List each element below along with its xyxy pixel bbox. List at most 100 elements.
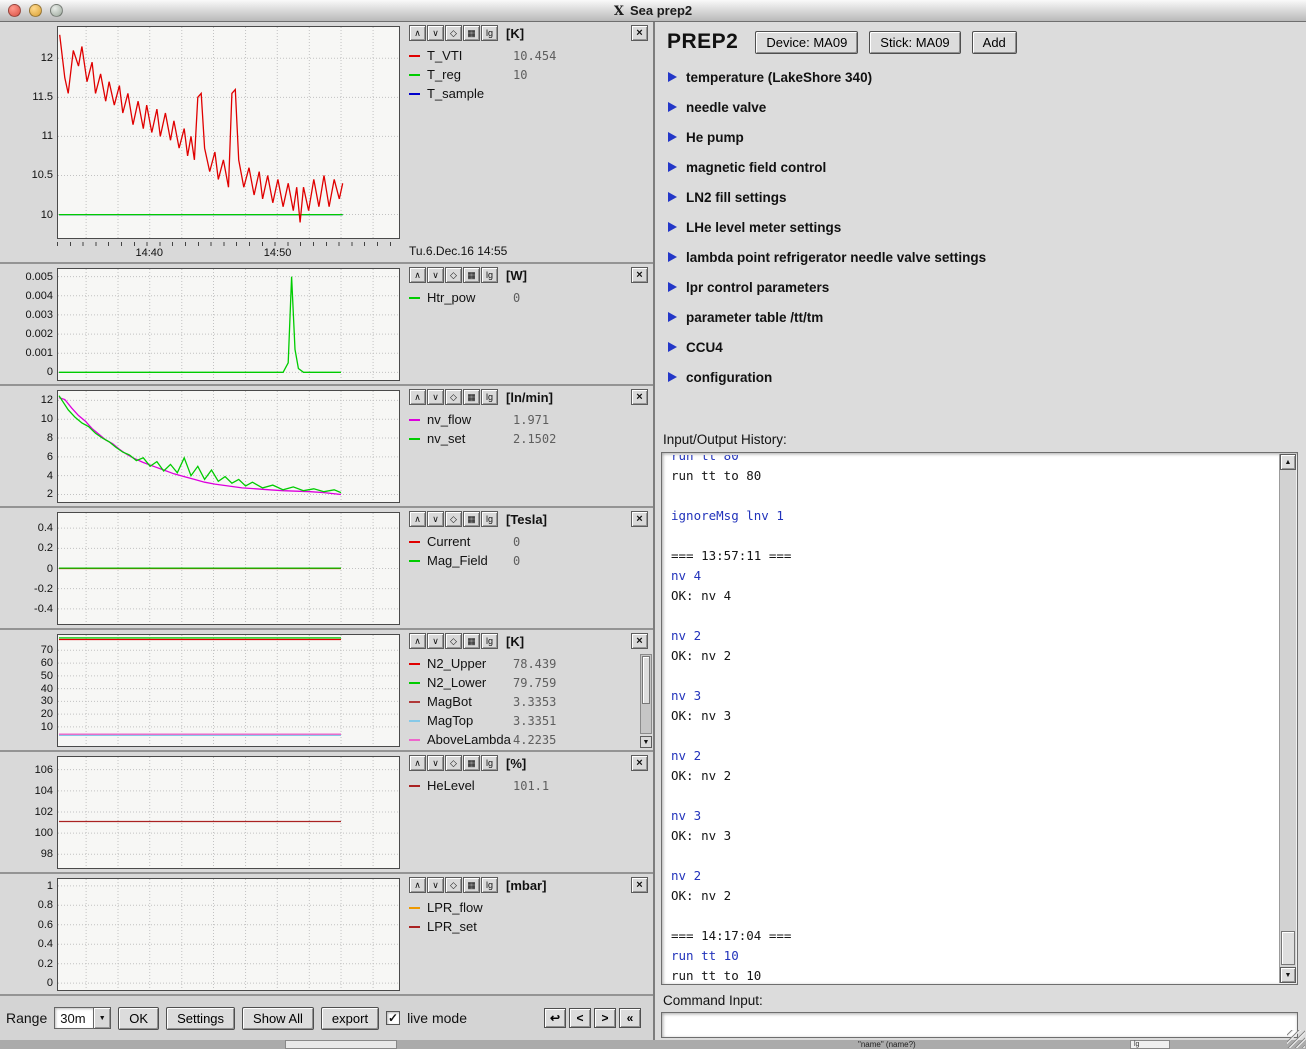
close-icon[interactable]: ×	[631, 267, 648, 283]
auto-scale-button[interactable]: ◇	[445, 25, 462, 41]
scale-down-button[interactable]: ∨	[427, 877, 444, 893]
scale-down-button[interactable]: ∨	[427, 511, 444, 527]
stick-button[interactable]: Stick: MA09	[869, 31, 960, 54]
scrollbar-track[interactable]	[1280, 470, 1296, 967]
legend-item-nv-set[interactable]: nv_set2.1502	[409, 429, 650, 448]
history-scrollbar[interactable]: ▲ ▼	[1279, 454, 1296, 983]
log-scale-button[interactable]: lg	[481, 267, 498, 283]
scale-down-button[interactable]: ∨	[427, 633, 444, 649]
plot-area[interactable]	[57, 512, 400, 625]
settings-button[interactable]: Settings	[166, 1007, 235, 1030]
chart-plot[interactable]	[58, 879, 399, 990]
ok-button[interactable]: OK	[118, 1007, 159, 1030]
log-scale-button[interactable]: lg	[481, 633, 498, 649]
return-to-live-button[interactable]: ↩	[544, 1008, 566, 1028]
auto-scale-button[interactable]: ◇	[445, 755, 462, 771]
plot-area[interactable]	[57, 26, 400, 239]
grid-toggle-button[interactable]: ▦	[463, 389, 480, 405]
close-icon[interactable]: ×	[631, 389, 648, 405]
add-button[interactable]: Add	[972, 31, 1017, 54]
legend-item-t-sample[interactable]: T_sample	[409, 84, 650, 103]
grid-toggle-button[interactable]: ▦	[463, 755, 480, 771]
legend-scrollbar[interactable]	[640, 654, 652, 734]
scale-up-button[interactable]: ∧	[409, 877, 426, 893]
scale-up-button[interactable]: ∧	[409, 511, 426, 527]
section-temperature-lakeshore-340[interactable]: temperature (LakeShore 340)	[659, 62, 1302, 92]
chart-plot[interactable]	[58, 757, 399, 868]
plot-area[interactable]	[57, 634, 400, 747]
auto-scale-button[interactable]: ◇	[445, 267, 462, 283]
device-button[interactable]: Device: MA09	[755, 31, 858, 54]
legend-item-n2-lower[interactable]: N2_Lower79.759	[409, 673, 650, 692]
chart-plot[interactable]	[58, 27, 399, 238]
legend-item-lpr-set[interactable]: LPR_set	[409, 917, 650, 936]
scale-up-button[interactable]: ∧	[409, 25, 426, 41]
legend-item-current[interactable]: Current0	[409, 532, 650, 551]
plot-area[interactable]	[57, 756, 400, 869]
chart-plot[interactable]	[58, 269, 399, 380]
log-scale-button[interactable]: lg	[481, 511, 498, 527]
close-icon[interactable]: ×	[631, 511, 648, 527]
jump-back-button[interactable]: «	[619, 1008, 641, 1028]
legend-item-magbot[interactable]: MagBot3.3353	[409, 692, 650, 711]
section-needle-valve[interactable]: needle valve	[659, 92, 1302, 122]
scale-up-button[interactable]: ∧	[409, 267, 426, 283]
auto-scale-button[interactable]: ◇	[445, 633, 462, 649]
show-all-button[interactable]: Show All	[242, 1007, 314, 1030]
scale-down-button[interactable]: ∨	[427, 267, 444, 283]
section-lpr-control-parameters[interactable]: lpr control parameters	[659, 272, 1302, 302]
section-he-pump[interactable]: He pump	[659, 122, 1302, 152]
range-value[interactable]: 30m	[54, 1007, 94, 1029]
scrollbar-thumb[interactable]	[642, 656, 650, 704]
legend-item-helevel[interactable]: HeLevel101.1	[409, 776, 650, 795]
chart-plot[interactable]	[58, 391, 399, 502]
resize-grip[interactable]	[1287, 1030, 1305, 1048]
scroll-down-icon[interactable]: ▼	[640, 736, 652, 748]
scale-up-button[interactable]: ∧	[409, 755, 426, 771]
grid-toggle-button[interactable]: ▦	[463, 877, 480, 893]
legend-item-magtop[interactable]: MagTop3.3351	[409, 711, 650, 730]
scale-up-button[interactable]: ∧	[409, 389, 426, 405]
close-icon[interactable]: ×	[631, 755, 648, 771]
section-ln2-fill-settings[interactable]: LN2 fill settings	[659, 182, 1302, 212]
section-parameter-table-tt-tm[interactable]: parameter table /tt/tm	[659, 302, 1302, 332]
grid-toggle-button[interactable]: ▦	[463, 25, 480, 41]
log-scale-button[interactable]: lg	[481, 877, 498, 893]
scale-down-button[interactable]: ∨	[427, 755, 444, 771]
legend-item-mag-field[interactable]: Mag_Field0	[409, 551, 650, 570]
grid-toggle-button[interactable]: ▦	[463, 267, 480, 283]
plot-area[interactable]	[57, 390, 400, 503]
step-back-button[interactable]: <	[569, 1008, 591, 1028]
section-ccu4[interactable]: CCU4	[659, 332, 1302, 362]
legend-item-n2-upper[interactable]: N2_Upper78.439	[409, 654, 650, 673]
section-lhe-level-meter-settings[interactable]: LHe level meter settings	[659, 212, 1302, 242]
chevron-down-icon[interactable]: ▼	[94, 1007, 111, 1029]
legend-item-nv-flow[interactable]: nv_flow1.971	[409, 410, 650, 429]
live-mode-checkbox[interactable]: ✓	[386, 1011, 400, 1025]
scrollbar-thumb[interactable]	[1281, 931, 1295, 965]
section-magnetic-field-control[interactable]: magnetic field control	[659, 152, 1302, 182]
log-scale-button[interactable]: lg	[481, 755, 498, 771]
grid-toggle-button[interactable]: ▦	[463, 633, 480, 649]
legend-item-lpr-flow[interactable]: LPR_flow	[409, 898, 650, 917]
scroll-up-icon[interactable]: ▲	[1280, 454, 1296, 470]
export-button[interactable]: export	[321, 1007, 379, 1030]
close-icon[interactable]: ×	[631, 633, 648, 649]
auto-scale-button[interactable]: ◇	[445, 877, 462, 893]
auto-scale-button[interactable]: ◇	[445, 511, 462, 527]
close-icon[interactable]: ×	[631, 25, 648, 41]
plot-area[interactable]	[57, 878, 400, 991]
scale-down-button[interactable]: ∨	[427, 389, 444, 405]
section-configuration[interactable]: configuration	[659, 362, 1302, 392]
auto-scale-button[interactable]: ◇	[445, 389, 462, 405]
chart-plot[interactable]	[58, 513, 399, 624]
close-icon[interactable]: ×	[631, 877, 648, 893]
scale-down-button[interactable]: ∨	[427, 25, 444, 41]
legend-item-t-reg[interactable]: T_reg10	[409, 65, 650, 84]
grid-toggle-button[interactable]: ▦	[463, 511, 480, 527]
step-forward-button[interactable]: >	[594, 1008, 616, 1028]
scroll-down-icon[interactable]: ▼	[1280, 967, 1296, 983]
log-scale-button[interactable]: lg	[481, 389, 498, 405]
chart-plot[interactable]	[58, 635, 399, 746]
scale-up-button[interactable]: ∧	[409, 633, 426, 649]
